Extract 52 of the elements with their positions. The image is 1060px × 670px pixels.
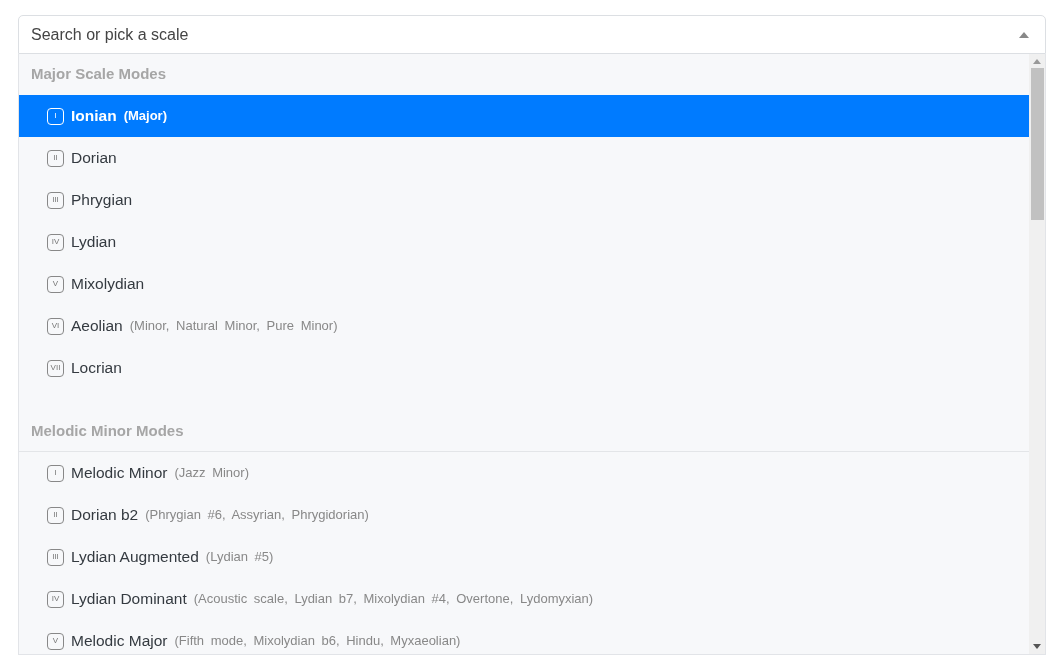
numeral-badge: III [47, 548, 64, 566]
numeral-badge: VI [47, 317, 64, 335]
scale-option[interactable]: VII Locrian [19, 347, 1029, 389]
scale-option[interactable]: III Phrygian [19, 179, 1029, 221]
group-header: Melodic Minor Modes [31, 420, 184, 441]
scale-option[interactable]: V Mixolydian [19, 263, 1029, 305]
numeral-badge: I [47, 464, 64, 482]
scale-name: Lydian [71, 232, 117, 253]
scale-option[interactable]: II Dorian [19, 137, 1029, 179]
scrollbar[interactable] [1029, 54, 1045, 654]
scale-aliases: (Jazz Minor) [174, 464, 249, 483]
scale-name: Dorian [71, 148, 117, 169]
numeral-badge: VII [47, 359, 64, 377]
scroll-up-icon[interactable] [1033, 59, 1041, 64]
numeral-badge: IV [47, 233, 64, 251]
scale-option[interactable]: III Lydian Augmented (Lydian #5) [19, 536, 1029, 578]
numeral-badge: IV [47, 590, 64, 608]
scale-name: Dorian b2 [71, 505, 139, 526]
scroll-down-icon[interactable] [1033, 644, 1041, 649]
scale-option[interactable]: I Melodic Minor (Jazz Minor) [19, 452, 1029, 494]
scale-name: Locrian [71, 358, 122, 379]
scale-aliases: (Acoustic scale, Lydian b7, Mixolydian #4, Overtone, Lydomyxian) [193, 590, 594, 609]
caret-icon[interactable] [1019, 31, 1029, 38]
scale-option[interactable]: IV Lydian [19, 221, 1029, 263]
scale-aliases: (Major) [123, 107, 167, 126]
group-header: Major Scale Modes [31, 64, 167, 85]
scale-aliases: (Lydian #5) [205, 548, 274, 567]
scale-name: Aeolian [71, 316, 123, 337]
scale-option[interactable]: V Melodic Major (Fifth mode, Mixolydian b6, Hindu, Myxaeolian) [19, 620, 1029, 654]
scale-name: Melodic Minor [71, 463, 168, 484]
numeral-badge: V [47, 275, 64, 293]
scale-name: Ionian [71, 106, 117, 127]
scrollbar-thumb[interactable] [1030, 68, 1044, 220]
numeral-badge: III [47, 191, 64, 209]
scale-option[interactable]: II Dorian b2 (Phrygian #6, Assyrian, Phrygidorian) [19, 494, 1029, 536]
scale-aliases: (Minor, Natural Minor, Pure Minor) [129, 317, 338, 336]
numeral-badge: V [47, 632, 64, 650]
scale-aliases: (Phrygian #6, Assyrian, Phrygidorian) [145, 506, 369, 525]
scale-option[interactable]: IV Lydian Dominant (Acoustic scale, Lydian b7, Mixolydian #4, Overtone, Lydomyxian) [19, 578, 1029, 620]
scale-name: Lydian Augmented [71, 547, 199, 568]
numeral-badge: II [47, 506, 64, 524]
scale-option[interactable]: VI Aeolian (Minor, Natural Minor, Pure Minor) [19, 305, 1029, 347]
search-field[interactable]: Search or pick a scale [18, 15, 1046, 54]
scale-name: Lydian Dominant [71, 589, 187, 610]
numeral-badge: I [47, 107, 64, 125]
search-input[interactable]: Search or pick a scale [31, 22, 1019, 47]
scale-name: Melodic Major [71, 631, 168, 652]
numeral-badge: II [47, 149, 64, 167]
scale-option[interactable]: I Ionian (Major) [19, 95, 1029, 137]
scale-aliases: (Fifth mode, Mixolydian b6, Hindu, Myxaeolian) [174, 632, 461, 651]
scale-name: Mixolydian [71, 274, 145, 295]
scale-name: Phrygian [71, 190, 133, 211]
